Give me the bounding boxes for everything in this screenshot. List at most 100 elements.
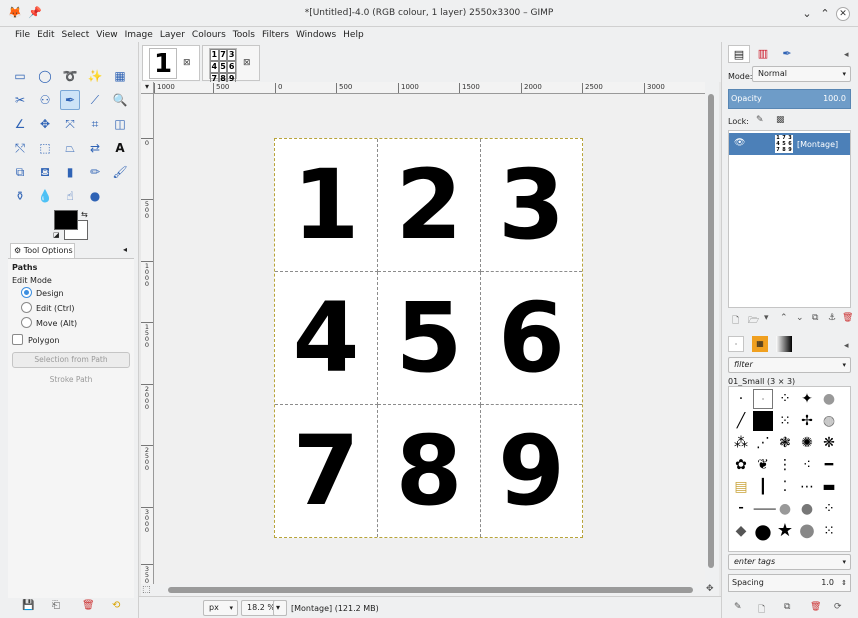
brush-item[interactable]: ⸺ [753,499,776,519]
foreground-select-icon[interactable]: ⚇ [35,90,55,110]
menu-select[interactable]: Select [62,30,90,40]
duplicate-layer-icon[interactable]: ⧉ [812,313,818,323]
menu-help[interactable]: Help [343,30,364,40]
fuzzy-select-icon[interactable]: ✨ [85,66,105,86]
brush-item[interactable]: ◆ [731,521,751,541]
menu-filters[interactable]: Filters [262,30,289,40]
brush-item[interactable]: ❋ [819,433,839,453]
scissors-icon[interactable]: ✂ [10,90,30,110]
brush-item[interactable]: ◍ [819,411,839,431]
menu-tools[interactable]: Tools [233,30,255,40]
brushes-grid[interactable]: · · ⁘ ✦ ● ╱ ⁙ ✢ ◍ ⁂ ⋰ ❃ ✺ ❋ ✿ ❦ ⋮ ⁖ ━ ▤ … [728,386,851,552]
new-layer-group-icon[interactable]: 🗁 [748,313,759,329]
image-tab-1[interactable]: 1 ⊠ [142,45,200,81]
flip-icon[interactable]: ⇄ [85,138,105,158]
brush-item[interactable]: ✢ [797,411,817,431]
brush-item[interactable]: ╱ [731,411,751,431]
brush-item[interactable]: ★ [775,521,795,541]
brush-item[interactable]: ✿ [731,455,751,475]
reset-colors-icon[interactable]: ◪ [53,231,60,239]
brush-item[interactable] [753,411,773,431]
delete-layer-icon[interactable]: 🗑 [842,313,853,323]
brush-item[interactable]: ▬ [819,477,839,497]
menu-view[interactable]: View [96,30,117,40]
brush-item[interactable]: ❃ [775,433,795,453]
unit-select[interactable]: px ▾ [203,600,238,616]
brush-item[interactable]: ⁂ [731,433,751,453]
brush-item[interactable]: ● [819,389,839,409]
blur-icon[interactable]: 💧 [35,186,55,206]
dock-menu-icon[interactable]: ◂ [844,50,849,60]
brush-item[interactable]: · [731,389,751,409]
delete-brush-icon[interactable]: 🗑 [810,602,821,612]
dock-menu-icon[interactable]: ◂ [844,341,849,351]
brush-item[interactable]: ❦ [753,455,773,475]
save-options-icon[interactable]: 💾 [22,600,34,611]
warp-transform-icon[interactable]: ⤲ [10,138,30,158]
vertical-scrollbar[interactable] [705,82,719,584]
select-by-color-icon[interactable]: ▦ [110,66,130,86]
brush-filter-select[interactable]: filter ▾ [728,357,851,373]
layer-row[interactable]: 👁 173 456 789 [Montage] [729,133,850,155]
spacing-slider[interactable]: Spacing 1.0 ⇕ [728,574,851,592]
ellipse-select-icon[interactable]: ◯ [35,66,55,86]
mode-edit-radio[interactable] [21,302,32,313]
stroke-path-button[interactable]: Stroke Path [12,375,130,384]
bucket-fill-icon[interactable]: ⛾ [35,162,55,182]
paths-tab-icon[interactable]: ✒ [776,45,798,63]
brush-item[interactable]: · [753,389,773,409]
polygon-checkbox[interactable] [12,334,23,345]
reset-options-icon[interactable]: ⟲ [112,600,120,611]
vertical-ruler[interactable]: 0 5 0 0 1 0 0 0 1 5 0 0 2 0 0 0 2 5 0 0 … [141,94,154,584]
unified-transform-icon[interactable]: ◫ [110,114,130,134]
swap-colors-icon[interactable]: ⇆ [81,210,88,219]
brush-tags-input[interactable]: enter tags ▾ [728,554,851,570]
clone-stamp-icon[interactable]: ⚱ [10,186,30,206]
menu-layer[interactable]: Layer [160,30,185,40]
pencil-icon[interactable]: ✏ [85,162,105,182]
channels-tab-icon[interactable]: ▥ [752,45,774,63]
image-canvas[interactable]: 1 2 3 4 5 6 7 8 9 [274,138,583,538]
opacity-slider[interactable]: Opacity 100.0 [728,89,851,109]
restore-options-icon[interactable]: ⎗ [52,600,60,611]
minimize-button[interactable]: ⌄ [800,7,814,21]
brush-item[interactable]: ● [775,499,795,519]
gradient-icon[interactable]: ▮ [60,162,80,182]
edit-brush-icon[interactable]: ✎ [734,602,742,612]
mode-design-radio[interactable] [21,287,32,298]
mode-move-radio[interactable] [21,317,32,328]
rect-select-icon[interactable]: ▭ [10,66,30,86]
vertical-scroll-thumb[interactable] [708,94,714,568]
lower-layer-icon[interactable]: ⌄ [796,313,804,323]
horizontal-scroll-thumb[interactable] [168,587,693,593]
tab-menu-icon[interactable]: ◂ [123,245,127,254]
lock-pixels-icon[interactable]: ✎ [756,115,764,125]
patterns-tab-icon[interactable]: ▦ [752,336,768,352]
brush-item[interactable]: ⁚ [775,477,795,497]
menu-edit[interactable]: Edit [37,30,54,40]
menu-windows[interactable]: Windows [296,30,336,40]
perspective-icon[interactable]: ⏢ [60,138,80,158]
brush-item[interactable]: ━ [819,455,839,475]
brushes-tab-icon[interactable]: · [728,336,744,352]
color-picker-icon[interactable]: ⟋ [85,90,105,110]
brush-item[interactable]: ▤ [731,477,751,497]
brush-item[interactable]: ● [797,521,817,541]
quick-mask-icon[interactable]: ⬚ [142,585,151,595]
menu-colours[interactable]: Colours [192,30,226,40]
layers-list[interactable]: 👁 173 456 789 [Montage] [728,130,851,308]
duplicate-brush-icon[interactable]: ⧉ [784,602,790,612]
paintbrush-icon[interactable]: 🖌 [110,162,130,182]
new-brush-icon[interactable]: 🗋 [758,602,765,618]
spin-arrows-icon[interactable]: ⇕ [841,575,847,591]
horizontal-ruler[interactable]: 1000 500 0 500 1000 1500 2000 2500 3000 [154,82,705,94]
raise-layer-icon[interactable]: ⌃ [780,313,788,323]
zoom-dropdown-button[interactable]: ▾ [273,600,287,616]
layer-mode-select[interactable]: Normal ▾ [752,66,851,82]
free-select-icon[interactable]: ➰ [60,66,80,86]
crop-icon[interactable]: ⌗ [85,114,105,134]
new-layer-dropdown-icon[interactable]: ▾ [764,313,769,323]
text-tool-icon[interactable]: A [110,138,130,158]
paths-tool-icon[interactable]: ✒ [60,90,80,110]
brush-item[interactable]: ⁖ [797,455,817,475]
